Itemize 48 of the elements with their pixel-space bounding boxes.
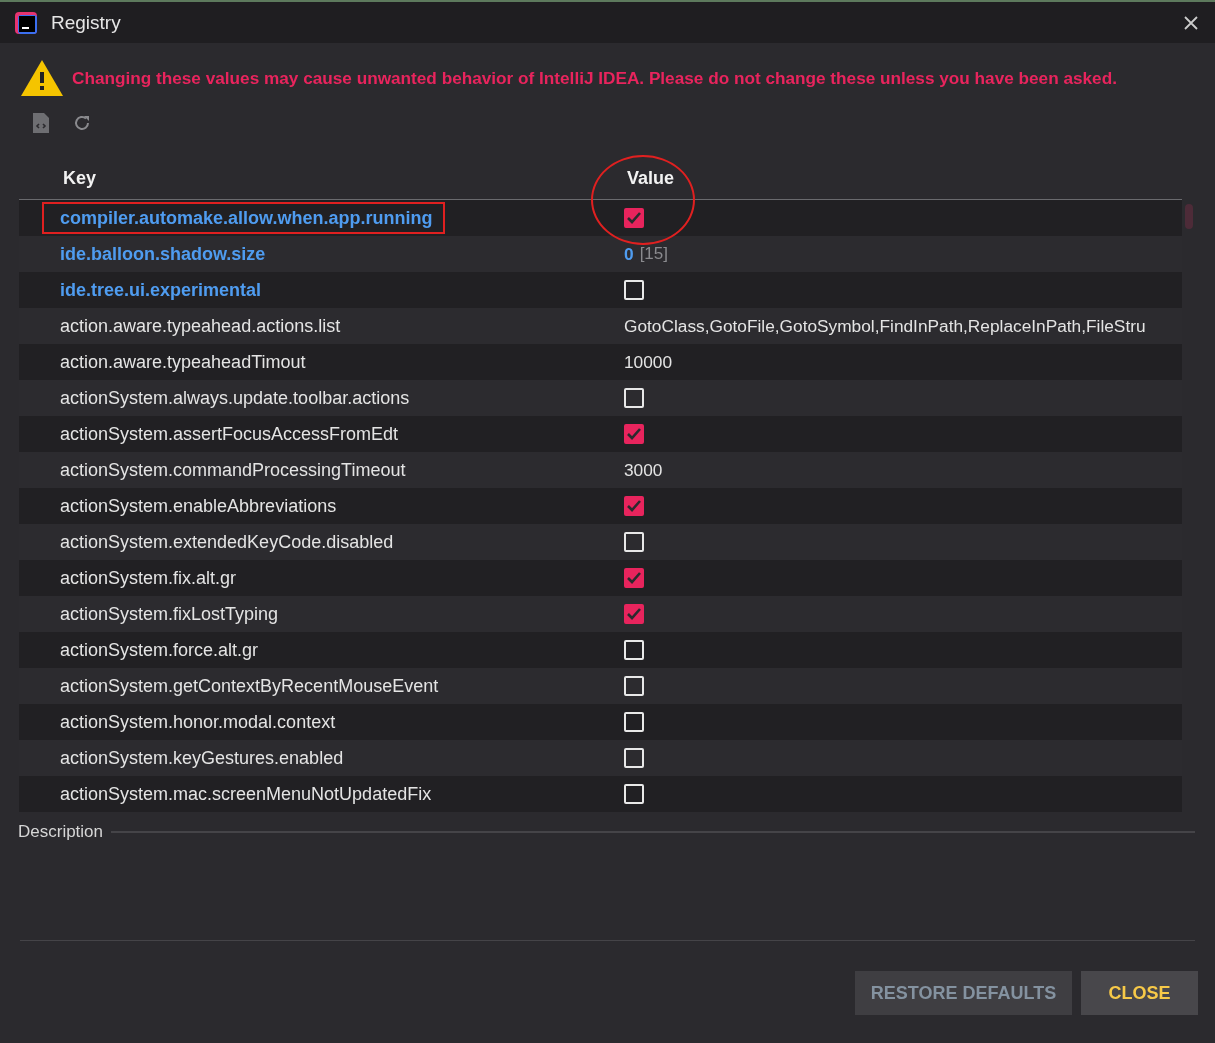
key-cell-text: actionSystem.always.update.toolbar.actions <box>60 386 410 410</box>
key-cell-text: actionSystem.fixLostTyping <box>60 602 279 626</box>
file-icon[interactable] <box>32 112 50 134</box>
key-cell-text: actionSystem.commandProcessingTimeout <box>60 458 406 482</box>
refresh-icon[interactable] <box>72 113 92 133</box>
warning-message: Changing these values may cause unwanted behavior of IntelliJ IDEA. Please do not change these unless you have been asked. <box>72 67 1117 89</box>
key-cell-text: actionSystem.honor.modal.context <box>60 710 336 734</box>
key-cell-text: actionSystem.extendedKeyCode.disabled <box>60 530 394 554</box>
checkbox[interactable] <box>624 604 644 624</box>
column-header[interactable]: Key <box>63 167 627 189</box>
table-row[interactable]: action.aware.typeaheadTimout 10000 <box>19 344 1182 380</box>
table-row[interactable]: actionSystem.mac.screenMenuNotUpdatedFix <box>19 776 1182 812</box>
key-cell-text: actionSystem.mac.screenMenuNotUpdatedFix <box>60 782 432 806</box>
warning-icon <box>20 59 64 97</box>
key-cell-text: ide.tree.ui.experimental <box>60 278 262 302</box>
checkbox[interactable] <box>624 496 644 516</box>
key-cell: compiler.automake.allow.when.app.running <box>42 201 446 234</box>
table-row[interactable]: actionSystem.fix.alt.gr <box>19 560 1182 596</box>
close-button[interactable]: CLOSE <box>1081 971 1198 1015</box>
key-cell-text: actionSystem.getContextByRecentMouseEvent <box>60 674 439 698</box>
key-cell-text: actionSystem.assertFocusAccessFromEdt <box>60 422 399 446</box>
value-cell: 3000 <box>624 459 663 481</box>
value-cell: 10000 <box>624 351 673 373</box>
checkbox[interactable] <box>624 424 644 444</box>
column-header[interactable]: Value <box>627 167 675 189</box>
table-row[interactable]: actionSystem.honor.modal.context <box>19 704 1182 740</box>
key-cell-text: actionSystem.enableAbbreviations <box>60 494 337 518</box>
table-row[interactable]: actionSystem.force.alt.gr <box>19 632 1182 668</box>
key-cell-text: actionSystem.fix.alt.gr <box>60 566 237 590</box>
table-row[interactable]: compiler.automake.allow.when.app.running <box>19 200 1182 236</box>
scrollbar-thumb[interactable] <box>1185 204 1193 229</box>
default-value: [15] <box>639 244 668 264</box>
window-title: Registry <box>51 11 121 34</box>
key-cell-text: ide.balloon.shadow.size <box>60 242 266 266</box>
table-row[interactable]: ide.tree.ui.experimental <box>19 272 1182 308</box>
table-row[interactable]: actionSystem.assertFocusAccessFromEdt <box>19 416 1182 452</box>
close-icon[interactable] <box>1183 14 1199 31</box>
key-cell-text: action.aware.typeahead.actions.list <box>60 314 341 338</box>
app-logo-icon <box>14 10 38 35</box>
value-cell: 0 <box>624 243 634 265</box>
checkbox[interactable] <box>624 208 644 228</box>
table-row[interactable]: actionSystem.enableAbbreviations <box>19 488 1182 524</box>
description-label: Description <box>18 822 104 842</box>
key-cell-text: actionSystem.keyGestures.enabled <box>60 746 344 770</box>
key-cell-text: action.aware.typeaheadTimout <box>60 350 306 374</box>
checkbox[interactable] <box>624 568 644 588</box>
value-cell: GotoClass,GotoFile,GotoSymbol,FindInPath,ReplaceInPath,FileStru <box>624 315 1146 337</box>
key-cell-text: actionSystem.force.alt.gr <box>60 638 259 662</box>
